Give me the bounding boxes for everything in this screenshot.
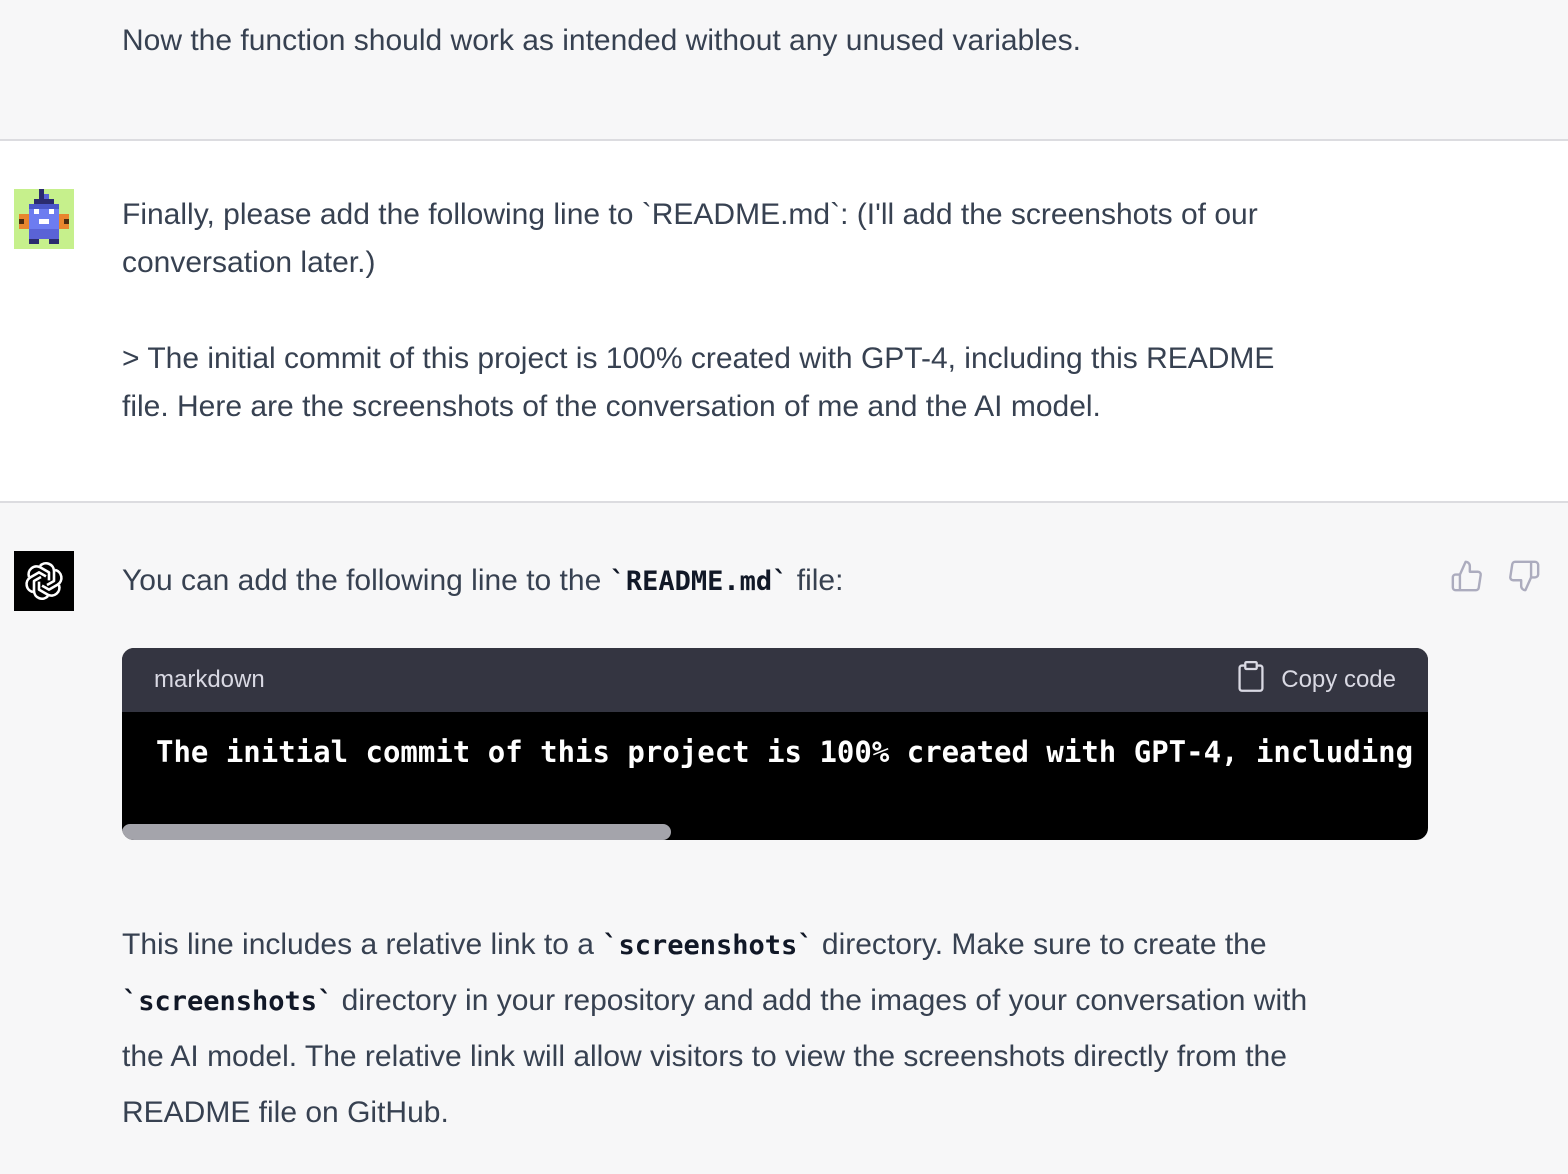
thumbs-up-icon[interactable] <box>1450 559 1484 593</box>
code-block: markdown Copy code The initial commit of… <box>122 648 1428 840</box>
assistant-message: You can add the following line to the `R… <box>0 503 1568 1174</box>
openai-logo-icon <box>14 551 74 611</box>
copy-code-label: Copy code <box>1281 666 1396 693</box>
thumbs-down-icon[interactable] <box>1507 559 1541 593</box>
code-content: The initial commit of this project is 10… <box>156 735 1428 769</box>
assistant-paragraph-line: `screenshots` directory in your reposito… <box>122 973 1307 1030</box>
assistant-paragraph-line: README file on GitHub. <box>122 1096 449 1129</box>
previous-message: Now the function should work as intended… <box>0 0 1568 141</box>
inline-code: `screenshots` <box>602 930 814 961</box>
inline-code: `README.md` <box>609 566 789 597</box>
assistant-paragraph-line: This line includes a relative link to a … <box>122 917 1267 974</box>
assistant-intro: You can add the following line to the `R… <box>122 557 843 606</box>
assistant-intro-text: You can add the following line to the <box>122 564 610 597</box>
assistant-paragraph-line: the AI model. The relative link will all… <box>122 1040 1287 1073</box>
assistant-intro-text: file: <box>788 564 844 597</box>
user-message: Finally, please add the following line t… <box>0 141 1568 503</box>
code-language-label: markdown <box>154 666 265 693</box>
user-quote-line: file. Here are the screenshots of the co… <box>122 390 1101 423</box>
clipboard-icon <box>1237 660 1265 700</box>
user-text-line: conversation later.) <box>122 246 376 279</box>
previous-reply-text: Now the function should work as intended… <box>122 24 1081 57</box>
copy-code-button[interactable]: Copy code <box>1237 660 1396 700</box>
assistant-paragraph-text: directory. Make sure to create the <box>813 928 1267 961</box>
code-horizontal-scrollbar[interactable] <box>122 824 671 840</box>
assistant-paragraph-text: directory in your repository and add the… <box>333 984 1308 1017</box>
user-text-line: Finally, please add the following line t… <box>122 198 1258 231</box>
assistant-paragraph-text: This line includes a relative link to a <box>122 928 603 961</box>
user-quote-line: > The initial commit of this project is … <box>122 342 1275 375</box>
inline-code: `screenshots` <box>122 986 334 1017</box>
code-block-header: markdown Copy code <box>122 648 1428 712</box>
pixel-art-avatar-icon <box>14 189 74 249</box>
